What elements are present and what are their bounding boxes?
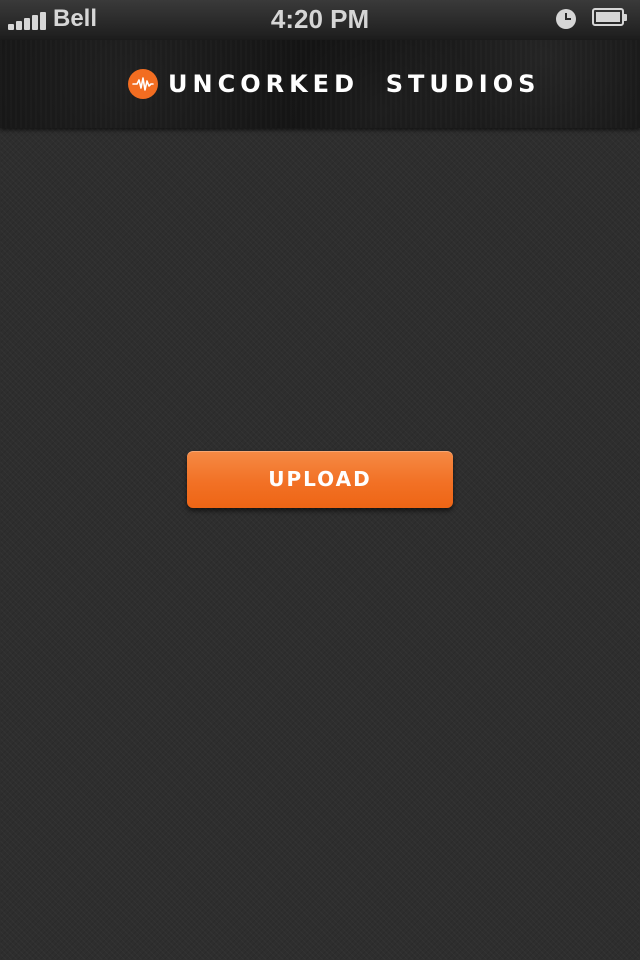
status-time: 4:20 PM: [270, 4, 370, 34]
brand-name: UNCORKED STUDIOS: [168, 70, 541, 98]
alarm-icon: [556, 9, 576, 29]
battery-icon: [592, 8, 628, 28]
app-header: UNCORKED STUDIOS: [0, 40, 640, 128]
app-screen: Bell 4:20 PM UNCORKED STUDIOS UPLOAD: [0, 0, 640, 960]
uncorked-logo-icon: [128, 69, 158, 99]
brand-logo: UNCORKED STUDIOS: [128, 68, 540, 100]
upload-button[interactable]: UPLOAD: [187, 451, 453, 508]
status-bar: Bell 4:20 PM: [0, 0, 640, 40]
